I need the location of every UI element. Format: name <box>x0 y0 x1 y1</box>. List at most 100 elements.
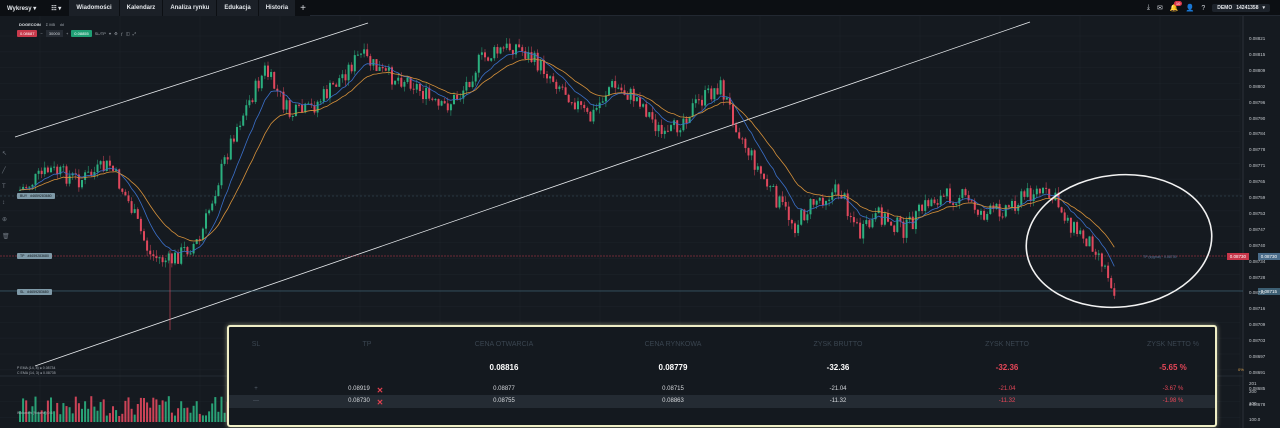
menu-history[interactable]: Historia <box>258 0 297 16</box>
buy-button[interactable]: 0.08855 <box>71 30 92 37</box>
col-gross-profit: ZYSK BRUTTO <box>813 341 863 348</box>
menu-news[interactable]: Wiadomości <box>69 0 120 16</box>
candle-body <box>660 124 663 134</box>
candle-body <box>186 247 189 255</box>
candle-body <box>852 217 855 223</box>
close-icon[interactable]: ✕ <box>377 398 384 407</box>
candle-body <box>366 49 369 57</box>
candle-body <box>809 199 812 215</box>
minus-icon[interactable]: − <box>40 31 42 36</box>
fullscreen-icon[interactable]: ⤢ <box>133 31 136 36</box>
indicators-icon[interactable]: ƒ <box>121 31 123 36</box>
candle-body <box>226 157 229 160</box>
trash-icon[interactable]: 🗑 <box>2 233 10 240</box>
ema-legend-2[interactable]: C EMA (14, 3) ● 0.08735 <box>17 371 56 376</box>
positions-header: SL TP CENA OTWARCIA CENA RYNKOWA ZYSK BR… <box>229 341 1215 351</box>
sell-button[interactable]: 0.08687 <box>17 30 38 37</box>
settings-icon[interactable]: ⚙ <box>114 31 118 36</box>
zoom-icon[interactable]: ⊕ <box>2 216 10 223</box>
candle-body <box>508 43 511 51</box>
candle-body <box>418 84 421 92</box>
candle-body <box>220 163 223 186</box>
candle-body <box>490 58 493 61</box>
crosshair-icon[interactable]: ⌖ <box>109 31 111 36</box>
sltp-toggle[interactable]: SL/TP <box>95 31 106 36</box>
chart-type-selector[interactable]: ılıl <box>60 22 64 27</box>
candle-body <box>918 204 920 212</box>
volume-bar <box>149 407 152 422</box>
menu-charts[interactable]: Wykresy ▾ <box>0 0 45 16</box>
candle-body <box>477 54 480 73</box>
mail-icon[interactable]: ✉ <box>1157 4 1163 12</box>
text-icon[interactable]: T <box>2 184 10 190</box>
volume-axis-label: 100.0 <box>1249 417 1261 422</box>
candle-body <box>890 221 893 226</box>
candle-body <box>691 103 694 117</box>
quantity-input[interactable]: 30000 <box>45 30 63 37</box>
menu-calendar[interactable]: Kalendarz <box>119 0 164 16</box>
candle-body <box>146 240 149 251</box>
sl-line-tag[interactable]: SL #4659283680 <box>17 289 52 295</box>
volume-bar <box>164 401 167 422</box>
candle-body <box>338 78 341 87</box>
candle-body <box>1100 253 1103 267</box>
row2-sl[interactable]: — <box>253 398 259 404</box>
table-row[interactable]: — 0.08730 ✕ 0.08755 0.08863 -11.32 -11.3… <box>229 395 1215 408</box>
screenshot-icon[interactable]: ◫ <box>126 31 130 36</box>
candle-body <box>821 197 824 206</box>
candle-body <box>403 82 406 87</box>
candle-body <box>648 112 651 117</box>
candle-body <box>245 105 248 116</box>
row2-tp[interactable]: 0.08730 <box>348 398 370 404</box>
volume-bar <box>136 403 139 422</box>
buy-position-tag[interactable]: BUY #4659283680 <box>17 193 55 199</box>
measure-icon[interactable]: ↕ <box>2 200 10 206</box>
candle-body <box>50 167 52 173</box>
symbol-name[interactable]: DOGECOIN <box>19 22 41 27</box>
plus-icon[interactable]: + <box>66 31 68 36</box>
candle-body <box>40 170 43 175</box>
volume-bar <box>133 414 136 422</box>
candle-body <box>880 207 883 225</box>
candle-body <box>81 179 83 188</box>
candle-body <box>242 115 245 126</box>
row2-open: 0.08755 <box>493 398 515 404</box>
account-selector[interactable]: DEMO 14241358 ▾ <box>1212 4 1270 12</box>
menu-education[interactable]: Edukacja <box>217 0 259 16</box>
sl-tag-value: #4659283680 <box>27 290 49 294</box>
close-icon[interactable]: ✕ <box>377 386 384 395</box>
total-net: -32.36 <box>995 363 1019 372</box>
candle-body <box>620 87 623 91</box>
candle-body <box>465 81 468 91</box>
candle-body <box>136 209 139 219</box>
candle-body <box>580 101 583 105</box>
help-icon[interactable]: ? <box>1201 5 1205 12</box>
trendline-icon[interactable]: ╱ <box>2 167 10 174</box>
candle-body <box>251 100 254 102</box>
candle-body <box>440 101 443 106</box>
ema-legend: P EMA (14, 8) ● 0.08734 C EMA (14, 3) ● … <box>17 366 56 376</box>
notifications-icon[interactable]: 🔔 10 <box>1170 1 1183 12</box>
candle-body <box>564 87 567 95</box>
row1-sl[interactable]: + <box>254 386 258 392</box>
add-tab-button[interactable]: + <box>296 0 311 16</box>
menu-market-analysis[interactable]: Analiza rynku <box>163 0 218 16</box>
candle-body <box>1014 200 1017 211</box>
col-market-price: CENA RYNKOWA <box>644 341 702 348</box>
candle-body <box>924 200 927 211</box>
top-bar: Wykresy ▾ ☷ ▾ Wiadomości Kalendarz Anali… <box>0 0 1280 16</box>
user-icon[interactable]: 👤 <box>1186 4 1195 12</box>
candle-body <box>614 81 617 88</box>
volume-bar <box>99 402 102 422</box>
download-icon[interactable]: ⤓ <box>1147 4 1150 12</box>
cursor-icon[interactable]: ↖ <box>2 150 10 157</box>
price-axis-label: 0.08691 <box>1249 369 1266 375</box>
menu-layout[interactable]: ☷ ▾ <box>44 0 70 16</box>
timeframe-selector[interactable]: Ʃ M5 <box>46 22 55 27</box>
price-axis-label: 0.08784 <box>1249 131 1266 137</box>
volume-legend[interactable]: Wolumen (Volume) 0.6 <box>17 411 53 415</box>
annotation-circle <box>1025 173 1213 309</box>
row1-tp[interactable]: 0.08919 <box>348 386 370 392</box>
tp-line-tag[interactable]: TP #4659283680 <box>17 253 52 259</box>
price-axis-label: 0.08747 <box>1249 226 1266 232</box>
